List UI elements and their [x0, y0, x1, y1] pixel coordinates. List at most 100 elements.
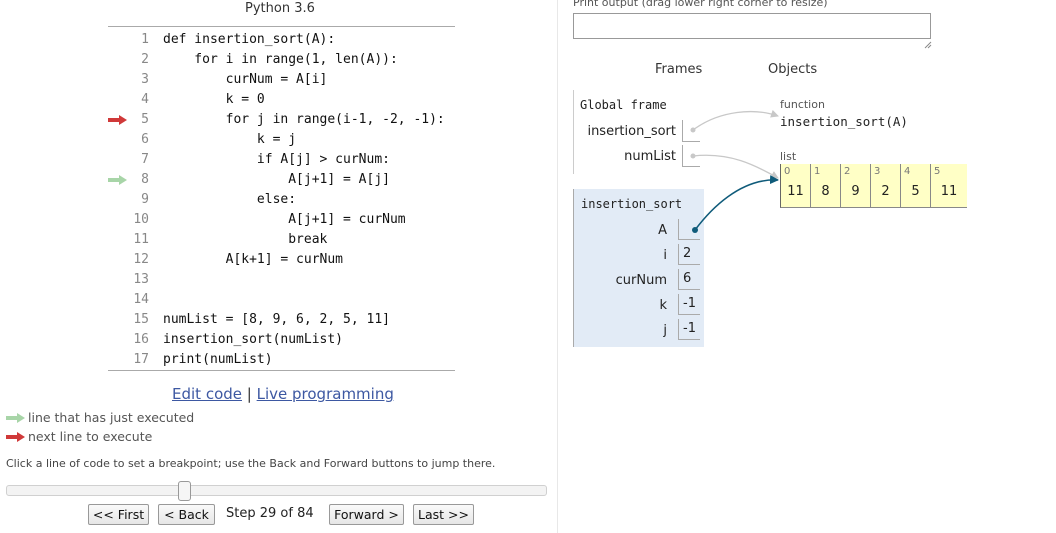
resize-grip-icon[interactable]: [924, 41, 932, 49]
code-line-8[interactable]: 8 A[j+1] = A[j]: [108, 170, 455, 190]
code-line-2[interactable]: 2 for i in range(1, len(A)):: [108, 50, 455, 70]
line-number: 16: [133, 332, 149, 347]
stack-var-k: k: [659, 298, 667, 313]
stack-var-a: A: [658, 223, 667, 238]
stack-var-i: i: [663, 248, 667, 263]
line-number: 5: [141, 112, 149, 127]
line-number: 14: [133, 292, 149, 307]
panel-divider: [557, 0, 558, 533]
edit-links: Edit code | Live programming: [172, 385, 394, 403]
global-var-insertion-sort-value: [682, 120, 700, 142]
list-value: 8: [821, 184, 830, 199]
code-line-16[interactable]: 16 insertion_sort(numList): [108, 330, 455, 350]
line-code: k = 0: [163, 92, 265, 107]
list-index: 4: [904, 166, 911, 177]
line-number: 8: [141, 172, 149, 187]
global-frame: Global frame insertion_sort numList: [573, 90, 701, 174]
list-object: 0 11 1 8 2 9 3 2 4 5 5 11: [780, 164, 967, 208]
code-line-14[interactable]: 14: [108, 290, 455, 310]
edit-code-link[interactable]: Edit code: [172, 385, 242, 403]
code-line-10[interactable]: 10 A[j+1] = curNum: [108, 210, 455, 230]
step-counter: Step 29 of 84: [226, 506, 314, 521]
list-cell-3: 32: [870, 164, 900, 208]
line-code: insertion_sort(numList): [163, 332, 344, 347]
stack-var-i-value: 2: [678, 244, 700, 265]
code-line-15[interactable]: 15 numList = [8, 9, 6, 2, 5, 11]: [108, 310, 455, 330]
global-var-numlist: numList: [624, 149, 676, 164]
list-cell-0: 0 11: [780, 164, 810, 208]
list-index: 5: [934, 166, 941, 177]
code-listing: 1 def insertion_sort(A): 2 for i in range(…: [108, 30, 455, 370]
code-line-3[interactable]: 3 curNum = A[i]: [108, 70, 455, 90]
global-var-insertion-sort: insertion_sort: [587, 124, 676, 139]
frames-header: Frames: [655, 62, 703, 77]
function-object-type: function: [780, 98, 825, 111]
line-code: print(numList): [163, 352, 273, 367]
line-code: curNum = A[i]: [163, 72, 328, 87]
line-code: k = j: [163, 132, 297, 147]
print-output-label: Print output (drag lower right corner to…: [573, 0, 828, 9]
line-number: 12: [133, 252, 149, 267]
line-code: break: [163, 232, 328, 247]
line-number: 11: [133, 232, 149, 247]
list-value: 11: [787, 184, 804, 199]
print-output-box[interactable]: [573, 13, 931, 39]
code-line-5[interactable]: 5 for j in range(i-1, -2, -1):: [108, 110, 455, 130]
code-line-6[interactable]: 6 k = j: [108, 130, 455, 150]
forward-button[interactable]: Forward >: [329, 504, 404, 525]
code-line-13[interactable]: 13: [108, 270, 455, 290]
list-index: 0: [784, 166, 791, 177]
line-number: 2: [141, 52, 149, 67]
red-arrow-icon: [6, 432, 26, 442]
line-number: 6: [141, 132, 149, 147]
list-cell-4: 45: [900, 164, 930, 208]
list-object-type: list: [780, 150, 797, 163]
global-frame-title: Global frame: [580, 98, 667, 112]
line-number: 3: [141, 72, 149, 87]
objects-header: Objects: [768, 62, 818, 77]
line-number: 10: [133, 212, 149, 227]
code-line-4[interactable]: 4 k = 0: [108, 90, 455, 110]
list-index: 2: [844, 166, 851, 177]
list-cell-1: 18: [810, 164, 840, 208]
code-line-1[interactable]: 1 def insertion_sort(A):: [108, 30, 455, 50]
list-value: 11: [940, 184, 958, 199]
code-line-11[interactable]: 11 break: [108, 230, 455, 250]
line-number: 4: [141, 92, 149, 107]
step-slider-track[interactable]: [6, 485, 547, 496]
last-button[interactable]: Last >>: [413, 504, 474, 525]
code-line-7[interactable]: 7 if A[j] > curNum:: [108, 150, 455, 170]
code-line-9[interactable]: 9 else:: [108, 190, 455, 210]
stack-var-a-value: [678, 219, 700, 240]
line-code: def insertion_sort(A):: [163, 32, 336, 47]
list-cell-5: 5 11: [930, 164, 967, 208]
list-value: 5: [911, 184, 920, 199]
line-code: else:: [163, 192, 297, 207]
list-index: 3: [874, 166, 881, 177]
language-title: Python 3.6: [245, 1, 315, 16]
stack-var-curnum-value: 6: [678, 269, 700, 290]
first-button[interactable]: << First: [88, 504, 149, 525]
stack-var-j-value: -1: [678, 319, 700, 340]
live-programming-link[interactable]: Live programming: [257, 385, 394, 403]
pointer-numlist-to-list: [690, 153, 779, 179]
breakpoint-hint: Click a line of code to set a breakpoint…: [6, 457, 496, 470]
stack-var-curnum: curNum: [615, 273, 667, 288]
green-arrow-icon: [6, 413, 26, 423]
line-number: 7: [141, 152, 149, 167]
line-number: 1: [141, 32, 149, 47]
legend-just-executed-text: line that has just executed: [28, 410, 195, 425]
code-line-17[interactable]: 17 print(numList): [108, 350, 455, 370]
code-bottom-rule: [108, 370, 455, 371]
stack-frame-title: insertion_sort: [581, 197, 683, 211]
stack-frame-insertion-sort: insertion_sort A i 2 curNum 6 k -1 j -1: [573, 189, 704, 347]
stack-var-k-value: -1: [678, 294, 700, 315]
line-code: if A[j] > curNum:: [163, 152, 390, 167]
pointer-a-to-list: [692, 175, 779, 233]
line-code: A[k+1] = curNum: [163, 252, 344, 267]
line-number: 13: [133, 272, 149, 287]
code-line-12[interactable]: 12 A[k+1] = curNum: [108, 250, 455, 270]
back-button[interactable]: < Back: [158, 504, 215, 525]
line-number: 17: [133, 352, 149, 367]
step-slider-handle[interactable]: [178, 481, 191, 501]
